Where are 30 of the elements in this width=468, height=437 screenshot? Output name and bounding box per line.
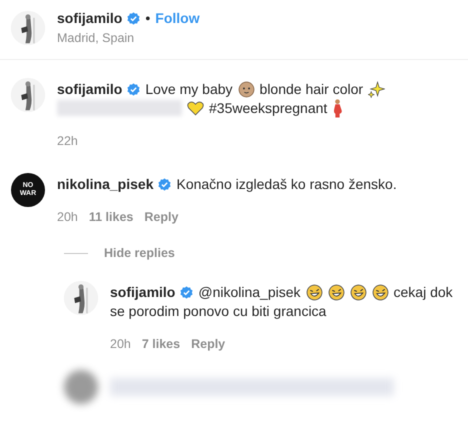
laughing-face-icon [350,284,367,301]
username-link[interactable]: sofijamilo [57,8,122,29]
laughing-face-icon [328,284,345,301]
comment-text: @nikolina_pisek [198,283,301,302]
comment-time: 22h [57,132,78,150]
username-link[interactable]: nikolina_pisek [57,174,154,194]
laughing-face-icon [372,284,389,301]
comment-text: se porodim ponovo cu biti grancica [110,302,326,321]
comment-time: 20h [110,336,131,353]
comment-text: blonde hair color [260,80,364,99]
likes-count[interactable]: 11 likes [88,208,134,226]
comment-text: Konačno izgledaš ko rasno žensko. [176,174,397,194]
laughing-face-icon [306,284,323,301]
baby-face-icon [238,80,255,98]
reply-link[interactable]: Reply [191,335,226,354]
pregnant-woman-icon [332,98,344,118]
comment-text: #35weekspregnant [209,98,328,118]
username-link[interactable]: sofijamilo [110,283,176,302]
likes-count[interactable]: 7 likes [142,335,180,354]
hide-replies-button[interactable]: Hide replies [104,244,175,263]
follow-button[interactable]: Follow [155,8,200,29]
username-link[interactable]: sofijamilo [57,80,122,99]
heart-icon [187,100,204,116]
location-link[interactable]: Madrid, Spain [57,29,200,48]
comment-text: Love my baby [145,80,233,99]
comment-time: 20h [57,208,78,226]
separator-dot: • [145,9,150,28]
reply-link[interactable]: Reply [144,208,178,226]
sparkles-icon [368,80,386,98]
comment-text: cekaj dok [394,283,453,302]
